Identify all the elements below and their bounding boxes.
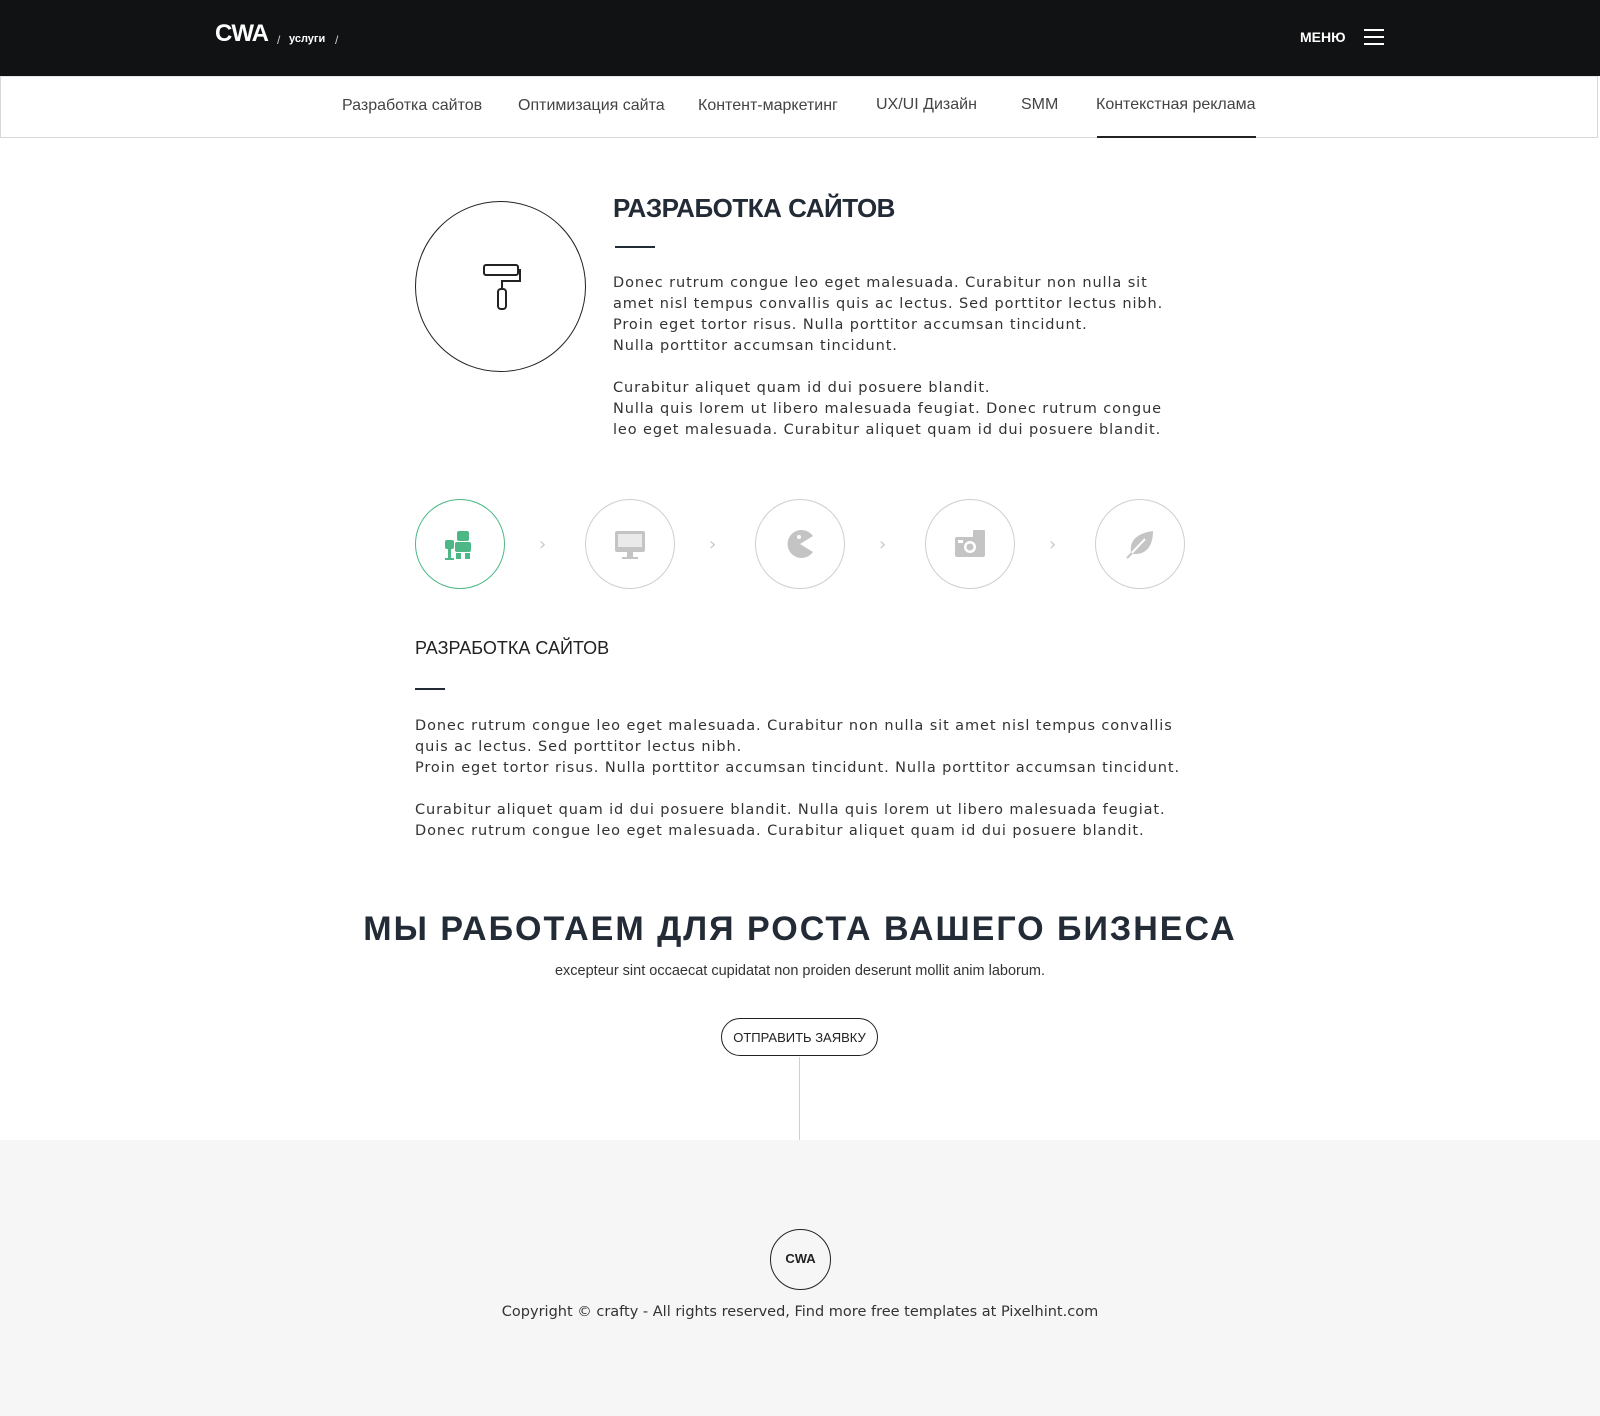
monitor-icon — [615, 531, 645, 559]
step-title-divider — [415, 688, 445, 690]
robot-icon — [445, 531, 471, 560]
service-description-line: Nulla quis lorem ut libero malesuada feu… — [613, 401, 1162, 417]
tab-site-optimization[interactable]: Оптимизация сайта — [518, 97, 665, 115]
chevron-right-icon: › — [539, 534, 547, 555]
chevron-right-icon: › — [709, 534, 717, 555]
send-request-button[interactable]: ОТПРАВИТЬ ЗАЯВКУ — [721, 1018, 878, 1056]
vertical-divider — [799, 1057, 800, 1140]
breadcrumb-separator: / — [335, 33, 339, 47]
tab-web-development[interactable]: Разработка сайтов — [342, 97, 482, 115]
service-description-line: amet nisl tempus convallis quis ac lectu… — [613, 296, 1164, 312]
title-divider — [615, 246, 655, 248]
cta-subtitle: excepteur sint occaecat cupidatat non pr… — [554, 963, 1046, 979]
site-logo[interactable]: CWA — [215, 20, 269, 48]
service-icon-circle — [415, 201, 586, 372]
step-description-line: Proin eget tortor risus. Nulla porttitor… — [415, 760, 1180, 776]
service-description-line: Proin eget tortor risus. Nulla porttitor… — [613, 317, 1088, 333]
step-description-line: Donec rutrum congue leo eget malesuada. … — [415, 823, 1145, 839]
pacman-icon — [787, 530, 813, 558]
tab-ux-ui-design[interactable]: UX/UI Дизайн — [876, 96, 977, 114]
cta-heading: МЫ РАБОТАЕМ ДЛЯ РОСТА ВАШЕГО БИЗНЕСА — [363, 910, 1237, 948]
step-pacman[interactable] — [755, 499, 845, 589]
footer: CWA Copyright © crafty - All rights rese… — [0, 1140, 1600, 1416]
tab-content-marketing[interactable]: Контент-маркетинг — [698, 97, 838, 115]
step-description-line: Donec rutrum congue leo eget malesuada. … — [415, 718, 1173, 734]
service-description-line: Donec rutrum congue leo eget malesuada. … — [613, 275, 1148, 291]
step-description-line: Curabitur aliquet quam id dui posuere bl… — [415, 802, 1166, 818]
service-description-line: leo eget malesuada. Curabitur aliquet qu… — [613, 422, 1162, 438]
top-navbar: CWA / услуги / МЕНЮ — [0, 0, 1600, 76]
camera-icon — [955, 530, 985, 557]
chevron-right-icon: › — [1049, 534, 1057, 555]
services-tabs: Разработка сайтов Оптимизация сайта Конт… — [0, 76, 1598, 138]
chevron-right-icon: › — [879, 534, 887, 555]
step-leaf[interactable] — [1095, 499, 1185, 589]
footer-logo[interactable]: CWA — [770, 1229, 831, 1290]
step-robot[interactable] — [415, 499, 505, 589]
breadcrumb-item-services[interactable]: услуги — [289, 33, 325, 45]
menu-label: МЕНЮ — [1300, 29, 1346, 45]
step-description-line: quis ac lectus. Sed porttitor lectus nib… — [415, 739, 743, 755]
service-description-line: Nulla porttitor accumsan tincidunt. — [613, 338, 898, 354]
breadcrumb-separator: / — [277, 33, 281, 47]
copyright-text: Copyright © crafty - All rights reserved… — [501, 1304, 1099, 1320]
tab-context-ads[interactable]: Контекстная реклама — [1096, 96, 1256, 114]
active-tab-indicator — [1097, 136, 1256, 138]
hamburger-icon — [1364, 29, 1384, 45]
step-title: РАЗРАБОТКА САЙТОВ — [415, 638, 610, 658]
leaf-icon — [1126, 531, 1153, 559]
service-description-line: Curabitur aliquet quam id dui posuere bl… — [613, 380, 991, 396]
menu-button[interactable]: МЕНЮ — [1300, 25, 1390, 51]
tab-smm[interactable]: SMM — [1021, 96, 1058, 114]
paint-roller-icon — [483, 264, 521, 310]
service-title: РАЗРАБОТКА САЙТОВ — [613, 193, 895, 223]
step-monitor[interactable] — [585, 499, 675, 589]
step-camera[interactable] — [925, 499, 1015, 589]
